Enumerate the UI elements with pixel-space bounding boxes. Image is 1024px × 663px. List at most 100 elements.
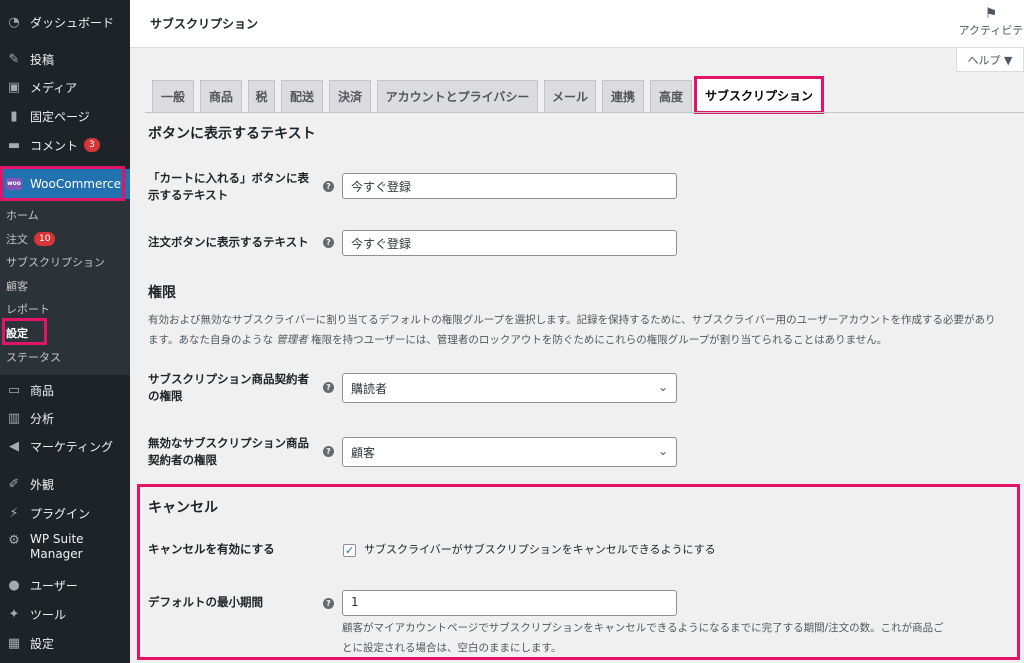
sidebar-item-label-line2: Manager	[30, 547, 83, 561]
sidebar-item-label: ダッシュボード	[30, 15, 115, 30]
description-text: 権限を持つユーザーには、管理者のロックアウトを防ぐためにこれらの権限グループが割…	[307, 334, 888, 346]
section-heading-cancel: キャンセル	[148, 500, 218, 516]
highlight-woocommerce	[0, 166, 125, 201]
enable-cancel-checkbox[interactable]: ✓	[343, 544, 356, 557]
min-period-description: 顧客がマイアカウントページでサブスクリプションをキャンセルできるようになるまでに…	[342, 618, 1018, 658]
label-line: サブスクリプション商品契約者	[148, 372, 309, 386]
activity-label: アクティビテ	[958, 24, 1024, 37]
section-heading-button-text: ボタンに表示するテキスト	[148, 126, 316, 142]
flag-icon: ⚑	[984, 6, 998, 22]
user-icon: ●	[8, 577, 20, 593]
tab-emails[interactable]: メール	[544, 80, 596, 112]
chevron-down-icon: ⌄	[657, 380, 668, 394]
order-button-text-label: 注文ボタンに表示するテキスト	[148, 235, 309, 249]
submenu-item-status[interactable]: ステータス	[6, 347, 61, 367]
help-icon[interactable]: ?	[323, 237, 334, 248]
sidebar-item-label: ユーザー	[30, 578, 78, 593]
check-icon: ✓	[344, 544, 355, 557]
activity-button[interactable]: ⚑ アクティビテ	[958, 6, 1024, 38]
top-bar: サブスクリプション ⚑ アクティビテ	[130, 0, 1024, 48]
tabs-divider	[145, 112, 1024, 113]
sidebar-item-label: 設定	[30, 636, 55, 651]
pin-icon: ✎	[8, 51, 20, 67]
sidebar-item-label: マーケティング	[30, 439, 114, 454]
tab-integration[interactable]: 連携	[602, 80, 644, 112]
min-period-input[interactable]: 1	[342, 590, 677, 616]
inactive-subscriber-role-label: 無効なサブスクリプション商品 契約者の権限	[148, 435, 323, 469]
help-icon[interactable]: ?	[323, 382, 334, 393]
sidebar-item-plugins[interactable]: ⚡ プラグイン	[0, 499, 130, 527]
sidebar-item-label: プラグイン	[30, 506, 91, 521]
comment-icon: ▬	[7, 137, 21, 153]
dashboard-icon: ◔	[8, 14, 20, 30]
inactive-subscriber-role-select[interactable]: 顧客 ⌄	[342, 437, 677, 467]
submenu-item-customers[interactable]: 顧客	[6, 276, 28, 296]
description-emphasis: 管理者	[276, 334, 308, 346]
bar-chart-icon: ▥	[7, 410, 21, 426]
media-icon: ▣	[7, 79, 21, 95]
admin-sidebar: ◔ ダッシュボード ✎ 投稿 ▣ メディア ▮ 固定ページ ▬ コメント 3 w…	[0, 0, 130, 663]
sidebar-item-media[interactable]: ▣ メディア	[0, 73, 130, 101]
highlight-settings	[2, 318, 47, 345]
sidebar-item-settings[interactable]: ▦ 設定	[0, 629, 130, 657]
sidebar-item-appearance[interactable]: ✐ 外観	[0, 470, 130, 498]
help-icon[interactable]: ?	[323, 598, 334, 609]
label-line: 契約者の権限	[148, 453, 217, 467]
active-subscriber-role-select[interactable]: 購読者 ⌄	[342, 373, 677, 403]
label-line: 無効なサブスクリプション商品	[148, 436, 309, 450]
help-tab-button[interactable]: ヘルプ ▼	[956, 48, 1024, 72]
enable-cancel-checkbox-label[interactable]: サブスクライバーがサブスクリプションをキャンセルできるようにする	[364, 540, 716, 560]
selected-value: 顧客	[351, 446, 376, 460]
settings-icon: ▦	[7, 635, 21, 651]
paintbrush-icon: ✐	[8, 476, 20, 492]
sidebar-item-comments[interactable]: ▬ コメント 3	[0, 131, 130, 159]
chevron-down-icon: ⌄	[657, 444, 668, 458]
sidebar-item-posts[interactable]: ✎ 投稿	[0, 45, 130, 73]
tab-shipping[interactable]: 配送	[281, 80, 323, 112]
submenu-item-reports[interactable]: レポート	[6, 299, 50, 319]
sidebar-item-products[interactable]: ▭ 商品	[0, 376, 130, 404]
sidebar-item-wp-suite-manager[interactable]: ⚙ WP Suite Manager	[0, 532, 130, 568]
description-line: 顧客がマイアカウントページでサブスクリプションをキャンセルできるようになるまでに…	[342, 622, 944, 634]
description-line: とに設定される場合は、空白のままにします。	[342, 642, 562, 654]
active-subscriber-role-label: サブスクリプション商品契約者 の権限	[148, 371, 323, 405]
sidebar-item-tools[interactable]: ✦ ツール	[0, 600, 130, 628]
order-button-text-input[interactable]: 今すぐ登録	[342, 230, 677, 256]
woocommerce-submenu: ホーム 注文 10 サブスクリプション 顧客 レポート 設定 ステータス	[0, 199, 130, 375]
tab-tax[interactable]: 税	[248, 80, 275, 112]
tab-advanced[interactable]: 高度	[650, 80, 692, 112]
description-line: 有効および無効なサブスクライバーに割り当てるデフォルトの権限グループを選択します…	[148, 314, 996, 326]
sidebar-item-users[interactable]: ● ユーザー	[0, 571, 130, 599]
sidebar-item-label: 投稿	[30, 52, 55, 67]
submenu-item-subscriptions[interactable]: サブスクリプション	[6, 252, 105, 272]
sidebar-item-dashboard[interactable]: ◔ ダッシュボード	[0, 8, 130, 36]
sidebar-item-label: 商品	[30, 383, 55, 398]
tab-products[interactable]: 商品	[200, 80, 242, 112]
tab-general[interactable]: 一般	[152, 80, 194, 112]
sidebar-item-label: 分析	[30, 411, 55, 426]
description-text: ます。あなた自身のような	[148, 334, 277, 346]
sidebar-item-label: コメント	[30, 138, 79, 153]
help-icon[interactable]: ?	[323, 446, 334, 457]
tab-accounts-privacy[interactable]: アカウントとプライバシー	[377, 80, 538, 112]
orders-count-badge: 10	[34, 232, 56, 246]
comments-count-badge: 3	[84, 138, 100, 152]
add-to-cart-text-input[interactable]: 今すぐ登録	[342, 173, 677, 199]
add-to-cart-text-label: 「カートに入れる」ボタンに表 示するテキスト	[148, 170, 318, 204]
section-heading-roles: 権限	[148, 285, 176, 301]
sidebar-item-marketing[interactable]: ◀ マーケティング	[0, 432, 130, 460]
sidebar-item-analytics[interactable]: ▥ 分析	[0, 404, 130, 432]
selected-value: 購読者	[351, 382, 388, 396]
help-icon[interactable]: ?	[323, 181, 334, 192]
tab-subscriptions[interactable]: サブスクリプション	[694, 76, 824, 114]
sidebar-item-pages[interactable]: ▮ 固定ページ	[0, 102, 130, 130]
megaphone-icon: ◀	[9, 438, 19, 454]
submenu-item-home[interactable]: ホーム	[6, 205, 39, 225]
label-line: 示するテキスト	[148, 188, 229, 202]
archive-icon: ▭	[7, 382, 21, 398]
min-period-label: デフォルトの最小期間	[148, 595, 263, 609]
description-line: ます。あなた自身のような 管理者 権限を持つユーザーには、管理者のロックアウトを…	[148, 330, 1024, 350]
submenu-item-orders[interactable]: 注文 10	[6, 229, 56, 249]
tab-payments[interactable]: 決済	[329, 80, 371, 112]
sidebar-item-label: メディア	[30, 80, 78, 95]
